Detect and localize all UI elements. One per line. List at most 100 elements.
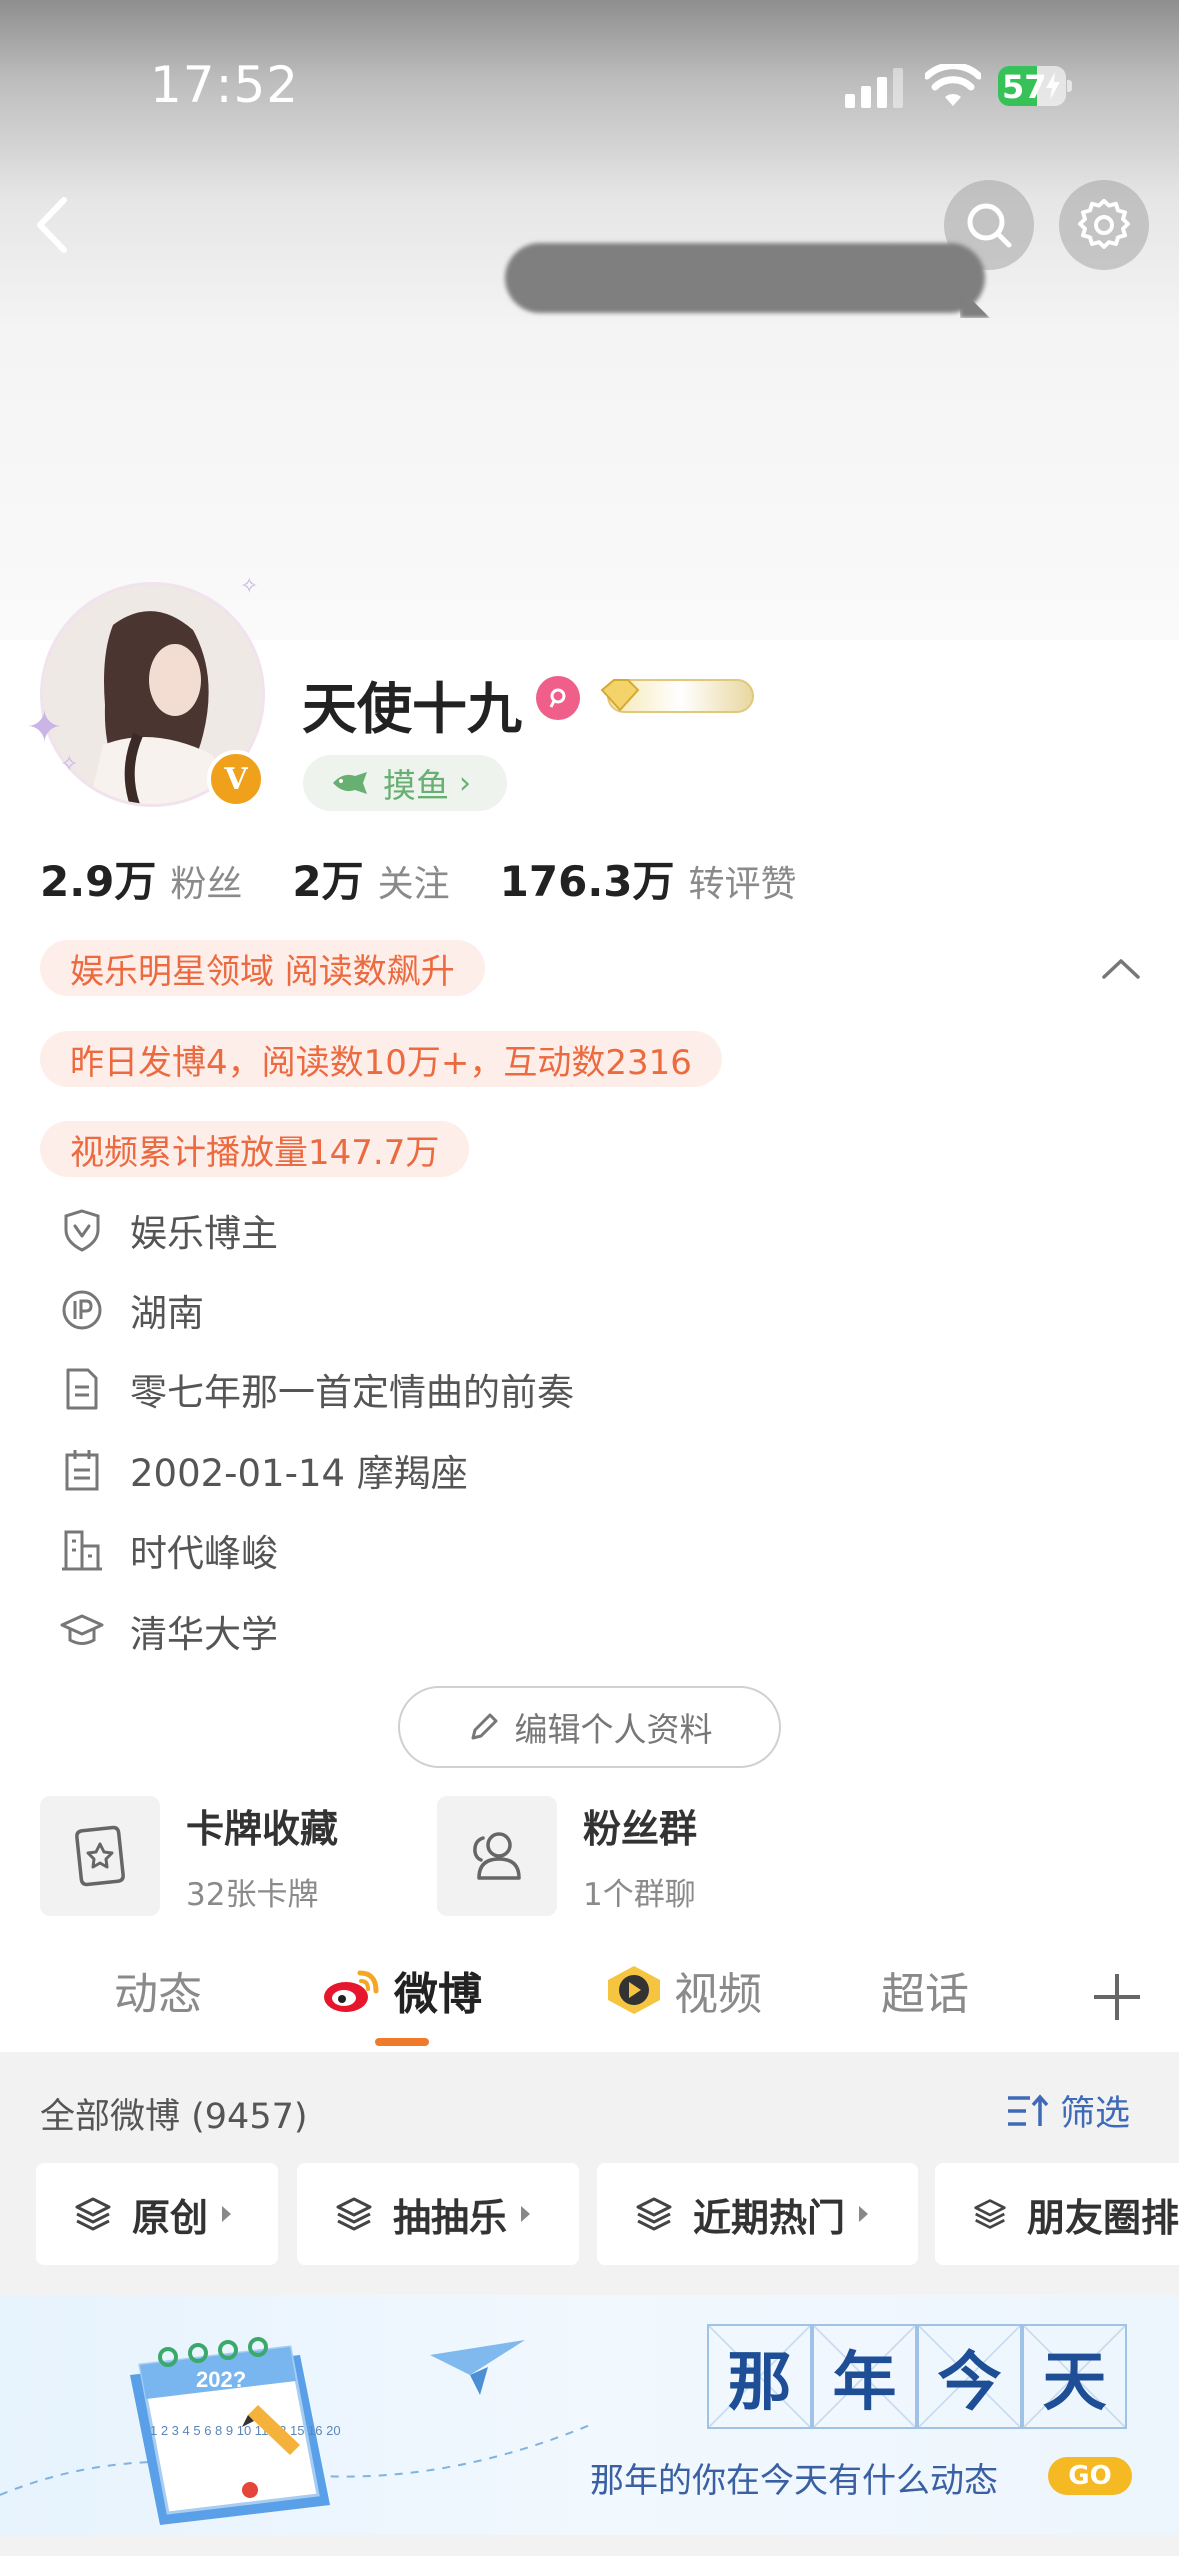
calligraphy-char: 今	[917, 2324, 1022, 2429]
pencil-icon	[471, 1713, 497, 1740]
gear-icon	[1078, 199, 1130, 249]
chip-lottery[interactable]: 抽抽乐	[297, 2163, 579, 2265]
edit-profile-button[interactable]: 编辑个人资料	[398, 1686, 781, 1768]
redacted-bubble	[505, 243, 985, 313]
info-row-bio: 零七年那一首定情曲的前奏	[58, 1359, 574, 1419]
highlight-pill[interactable]: 娱乐明星领域 阅读数飙升	[40, 940, 485, 996]
ip-location-icon	[62, 1290, 102, 1330]
on-this-day-banner[interactable]: 202? 1 2 3 4 5 6 8 9 10 11 12 15 16 20 那…	[0, 2295, 1179, 2535]
chip-arrow-icon	[521, 2206, 531, 2222]
tab-video[interactable]: 视频	[604, 1958, 762, 2022]
chip-recent-hot[interactable]: 近期热门	[597, 2163, 918, 2265]
active-tab-indicator	[375, 2038, 429, 2046]
card-collection-entry[interactable]: 卡牌收藏 32张卡牌	[40, 1796, 338, 1916]
stat-followers[interactable]: 2.9万 粉丝	[40, 848, 242, 909]
tab-label: 视频	[674, 1969, 762, 2020]
sparkle-icon: ✧	[240, 574, 259, 599]
verified-v-badge: V	[207, 750, 265, 808]
stat-label: 转评赞	[688, 864, 797, 905]
bio-document-icon	[66, 1368, 98, 1410]
highlight-pill[interactable]: 昨日发博4，阅读数10万+，互动数2316	[40, 1031, 722, 1087]
banner-subtitle: 那年的你在今天有什么动态	[590, 2461, 998, 2501]
status-tag-button[interactable]: 摸鱼 ›	[303, 755, 507, 811]
weibo-logo-icon	[324, 1970, 379, 2012]
info-row-verification: 娱乐博主	[58, 1200, 278, 1260]
chevron-right-icon: ›	[459, 765, 471, 801]
filter-button[interactable]: 筛选	[1006, 2085, 1130, 2136]
profile-tabs: 动态 微博 视频 超话	[0, 1940, 1179, 2050]
all-posts-count[interactable]: 全部微博 (9457)	[40, 2088, 308, 2139]
settings-button[interactable]	[1059, 180, 1149, 270]
battery-indicator: 57	[998, 66, 1072, 106]
calligraphy-char: 年	[812, 2324, 917, 2429]
info-text: 零七年那一首定情曲的前奏	[130, 1371, 574, 1414]
username: 天使十九	[302, 677, 523, 741]
stat-number: 2.9万	[40, 857, 157, 906]
card-title: 粉丝群	[583, 1807, 698, 1851]
tab-add-button[interactable]	[1090, 1970, 1144, 2024]
edit-profile-label: 编辑个人资料	[514, 1710, 713, 1749]
sparkle-icon: ✧	[60, 752, 79, 777]
card-title: 卡牌收藏	[186, 1807, 339, 1851]
layers-icon	[974, 2199, 1006, 2229]
chevron-up-icon[interactable]	[1098, 953, 1144, 983]
tab-weibo[interactable]: 微博	[320, 1958, 482, 2022]
battery-percent: 57	[1002, 68, 1047, 106]
chip-label: 朋友圈排	[1026, 2195, 1179, 2240]
chip-arrow-icon	[859, 2206, 869, 2222]
tab-label: 动态	[114, 1969, 202, 2020]
fan-group-icon	[473, 1832, 521, 1880]
chip-label: 原创	[132, 2195, 209, 2240]
tab-super-topic[interactable]: 超话	[881, 1958, 969, 2022]
go-button[interactable]: GO	[1048, 2457, 1132, 2495]
chip-label: 近期热门	[693, 2195, 846, 2240]
card-collection-icon	[75, 1825, 125, 1887]
info-row-school: 清华大学	[58, 1601, 278, 1661]
layers-icon	[75, 2197, 111, 2231]
info-row-company: 时代峰峻	[58, 1520, 278, 1580]
calendar-illustration: 202? 1 2 3 4 5 6 8 9 10 11 12 15 16 20	[0, 2337, 591, 2525]
stat-label: 粉丝	[170, 864, 243, 905]
member-icon[interactable]	[536, 676, 580, 720]
fan-group-entry[interactable]: 粉丝群 1个群聊	[437, 1796, 697, 1916]
card-subtitle: 1个群聊	[583, 1877, 696, 1913]
status-tag-label: 摸鱼	[383, 766, 449, 805]
video-play-icon	[608, 1966, 660, 2014]
chip-original[interactable]: 原创	[36, 2163, 278, 2265]
wifi-icon	[925, 64, 981, 106]
sparkle-icon: ✦	[26, 702, 63, 753]
filter-label: 筛选	[1060, 2094, 1131, 2134]
fish-icon	[333, 772, 367, 794]
stat-interactions[interactable]: 176.3万 转评赞	[500, 848, 797, 909]
diamond-level-badge[interactable]	[598, 670, 758, 722]
verified-shield-icon	[64, 1209, 100, 1252]
back-chevron-icon[interactable]	[28, 190, 78, 260]
tab-label: 超话	[881, 1969, 969, 2020]
layers-icon	[336, 2197, 372, 2231]
tab-label: 微博	[394, 1969, 482, 2020]
info-text: 2002-01-14 摩羯座	[130, 1452, 468, 1495]
highlight-pill[interactable]: 视频累计播放量147.7万	[40, 1121, 470, 1177]
info-row-birthday: 2002-01-14 摩羯座	[58, 1440, 468, 1500]
stat-following[interactable]: 2万 关注	[292, 848, 449, 909]
calligraphy-char: 那	[707, 2324, 812, 2429]
avatar[interactable]: ✦ ✧ ✧ V	[26, 574, 265, 808]
info-text: 湖南	[130, 1292, 204, 1335]
chip-label: 抽抽乐	[393, 2195, 508, 2240]
charging-bolt-icon	[1046, 72, 1060, 100]
info-text: 时代峰峻	[130, 1532, 278, 1575]
calendar-year: 202?	[196, 2367, 246, 2392]
stat-number: 2万	[292, 857, 364, 906]
status-time: 17:52	[150, 56, 300, 114]
search-icon	[967, 203, 1012, 248]
tab-dynamic[interactable]: 动态	[114, 1958, 202, 2022]
calligraphy-title: 那 年 今 天	[707, 2324, 1127, 2429]
calligraphy-char: 天	[1022, 2324, 1127, 2429]
chip-friends[interactable]: 朋友圈排	[935, 2163, 1179, 2265]
card-subtitle: 32张卡牌	[186, 1877, 319, 1913]
profile-stats: 2.9万 粉丝 2万 关注 176.3万 转评赞	[40, 848, 847, 909]
birthday-calendar-icon	[65, 1450, 99, 1491]
layers-icon	[636, 2197, 672, 2231]
cellular-signal-icon	[845, 68, 903, 108]
stat-label: 关注	[377, 864, 450, 905]
